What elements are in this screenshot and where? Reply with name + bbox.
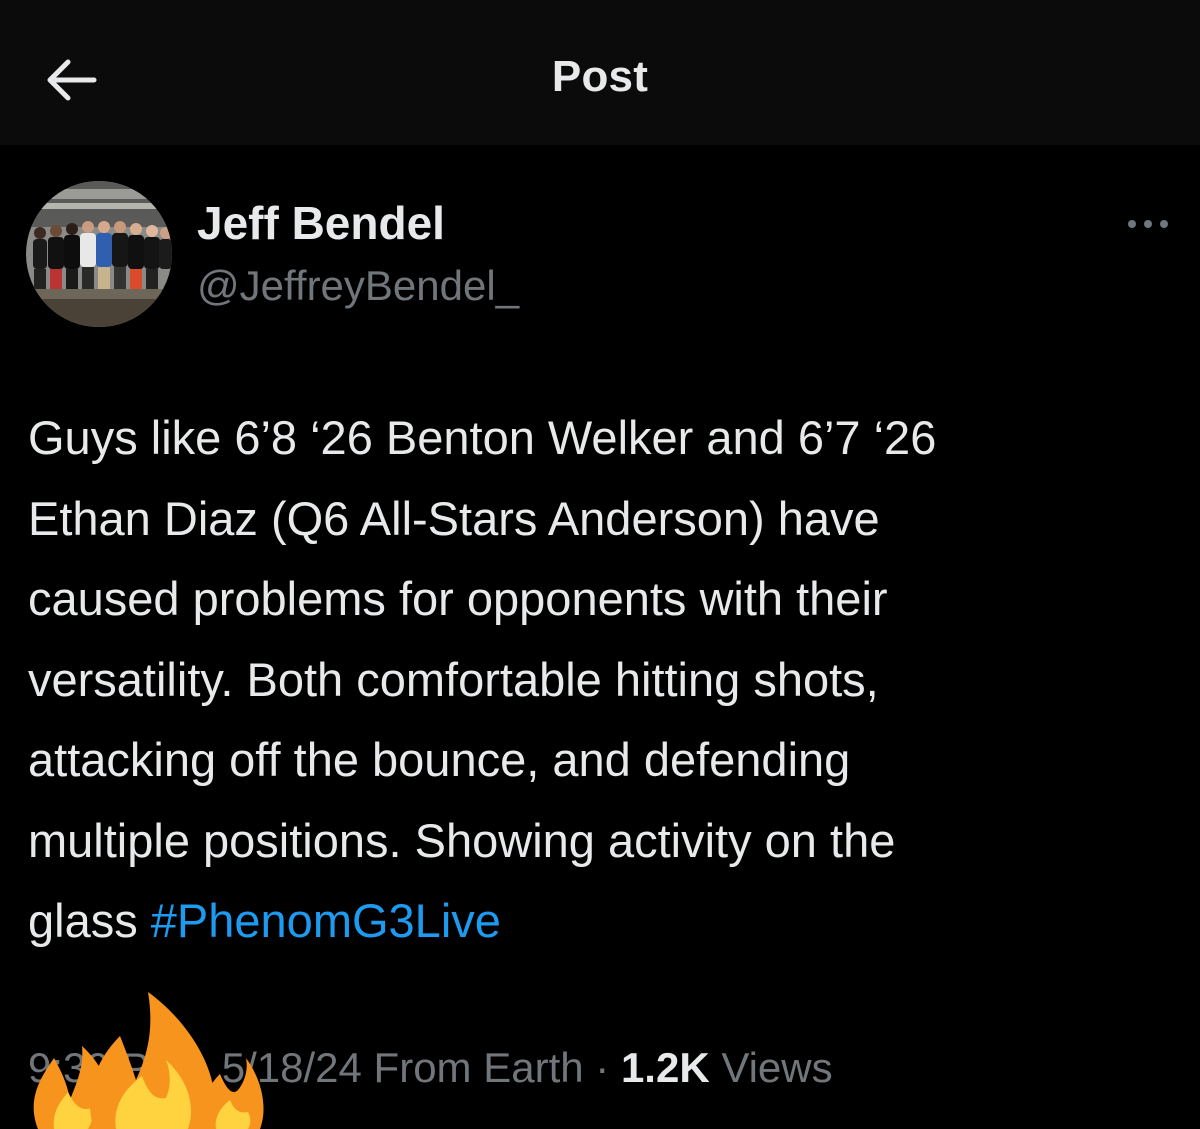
post-body: Guys like 6’8 ‘26 Benton Welker and 6’7 …: [28, 411, 937, 947]
hashtag-link[interactable]: #PhenomG3Live: [151, 894, 501, 947]
more-horizontal-icon: [1128, 220, 1168, 228]
top-bar: Post: [0, 0, 1200, 145]
fire-emoji: [24, 988, 264, 1129]
views-label: Views: [709, 1044, 833, 1091]
views-count: 1.2K: [620, 1044, 710, 1091]
page-title: Post: [551, 52, 649, 101]
author-name[interactable]: Jeff Bendel: [197, 196, 445, 250]
post-source: From Earth: [361, 1044, 584, 1091]
team-photo-image: [26, 181, 172, 327]
author-handle[interactable]: @JeffreyBendel_: [197, 262, 519, 310]
fire-icon: [33, 992, 264, 1129]
more-options-button[interactable]: [1120, 206, 1176, 242]
post-text: Guys like 6’8 ‘26 Benton Welker and 6’7 …: [28, 398, 1178, 962]
avatar[interactable]: [26, 181, 172, 327]
meta-separator: ·: [583, 1044, 621, 1091]
